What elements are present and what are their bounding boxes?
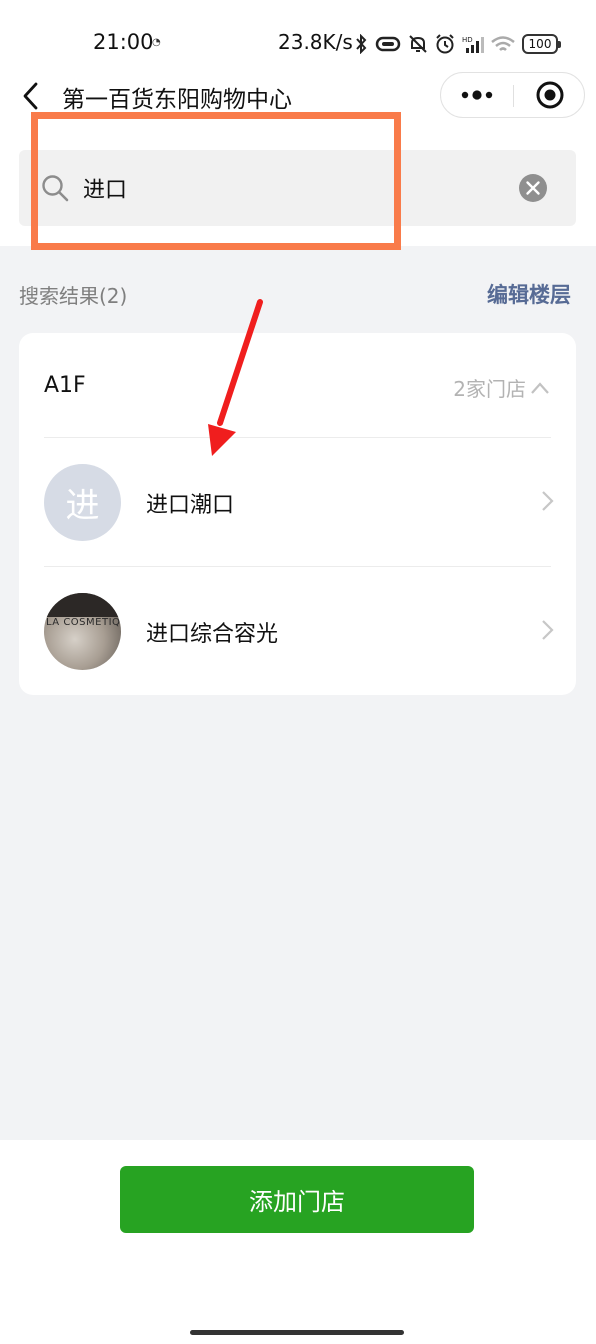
search-highlight-annotation [31,112,401,250]
bluetooth-icon [356,34,367,54]
floor-group-card: A1F 2家门店 进 进口潮口 LA COSMETIQU 进口综合容光 [19,333,576,695]
floor-store-count: 2家门店 [453,373,550,402]
store-avatar: 进 [44,464,121,541]
edit-floor-link[interactable]: 编辑楼层 [487,279,571,309]
signal-icon: HD [462,36,484,53]
store-name: 进口潮口 [146,493,235,518]
store-avatar-text: 进 [65,486,100,526]
mini-program-capsule [440,72,585,118]
clear-icon[interactable] [518,173,548,203]
page-title: 第一百货东阳购物中心 [62,87,292,113]
alarm-icon [436,34,454,54]
status-icons: HD 100 [354,32,561,56]
photo-ceiling [44,593,121,617]
svg-text:HD: HD [462,36,473,44]
vibrate-icon [375,36,401,52]
target-icon [536,81,564,109]
close-mini-program-button[interactable] [514,73,586,117]
red-arrow-annotation [208,299,263,456]
add-store-button[interactable]: 添加门店 [120,1166,474,1233]
chevron-up-icon [531,381,549,394]
more-dots-icon [461,90,493,100]
battery-icon: 100 [522,34,561,54]
status-bar: 21:00 ◔ 23.8K/s HD 100 [0,28,596,60]
more-button[interactable] [441,73,513,117]
chevron-right-icon [542,620,554,640]
floor-name: A1F [44,373,86,398]
status-time: 21:00 [93,30,154,54]
store-name: 进口综合容光 [146,622,279,647]
photo-sign-text: LA COSMETIQU [46,617,121,628]
status-network-speed: 23.8K/s [278,30,353,54]
back-button[interactable] [14,78,46,114]
results-count-label: 搜索结果(2) [19,284,128,308]
store-row[interactable]: LA COSMETIQU 进口综合容光 [19,567,576,695]
home-indicator[interactable] [190,1330,404,1335]
wifi-icon [491,36,515,51]
chevron-left-icon [23,82,38,110]
chevron-right-icon [542,491,554,511]
store-row[interactable]: 进 进口潮口 [19,438,576,566]
mute-icon [409,35,427,53]
store-avatar-photo: LA COSMETIQU [44,593,121,670]
floor-count-text: 2家门店 [453,377,526,401]
status-notification-icon: ◔ [152,37,161,48]
